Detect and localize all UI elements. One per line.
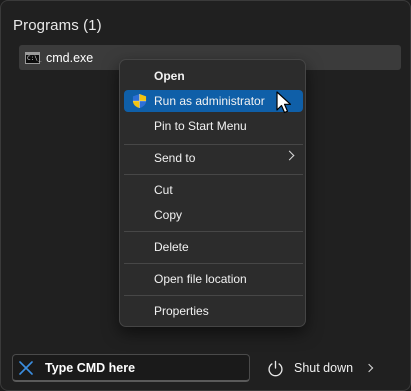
chevron-right-icon[interactable] <box>364 363 374 373</box>
menu-item-delete[interactable]: Delete <box>124 236 303 258</box>
menu-item-pin-to-start[interactable]: Pin to Start Menu <box>124 115 303 137</box>
search-input[interactable]: Type CMD here <box>45 361 135 375</box>
chevron-right-icon <box>284 150 295 161</box>
shut-down-button[interactable]: Shut down <box>267 356 374 380</box>
menu-item-open[interactable]: Open <box>124 65 303 87</box>
menu-item-send-to[interactable]: Send to <box>124 147 303 169</box>
power-icon <box>268 360 283 376</box>
menu-separator <box>124 263 303 264</box>
menu-separator <box>124 144 303 145</box>
shut-down-label: Shut down <box>294 361 354 375</box>
start-menu-panel: Programs (1) C:\_ cmd.exe Open Run as ad… <box>0 0 411 391</box>
cmd-icon: C:\_ <box>25 51 41 64</box>
uac-shield-icon <box>132 93 147 109</box>
search-box[interactable]: Type CMD here <box>12 354 250 382</box>
menu-item-copy[interactable]: Copy <box>124 204 303 226</box>
menu-item-properties[interactable]: Properties <box>124 300 303 322</box>
menu-item-open-file-location[interactable]: Open file location <box>124 268 303 290</box>
results-section-title: Programs (1) <box>13 17 102 34</box>
mouse-pointer-icon <box>276 91 292 114</box>
close-icon[interactable] <box>19 360 33 375</box>
menu-separator <box>124 295 303 296</box>
menu-separator <box>124 231 303 232</box>
menu-item-label: Send to <box>154 151 196 165</box>
program-label: cmd.exe <box>46 50 94 65</box>
menu-item-label: Run as administrator <box>154 94 265 108</box>
menu-separator <box>124 174 303 175</box>
menu-item-cut[interactable]: Cut <box>124 179 303 201</box>
